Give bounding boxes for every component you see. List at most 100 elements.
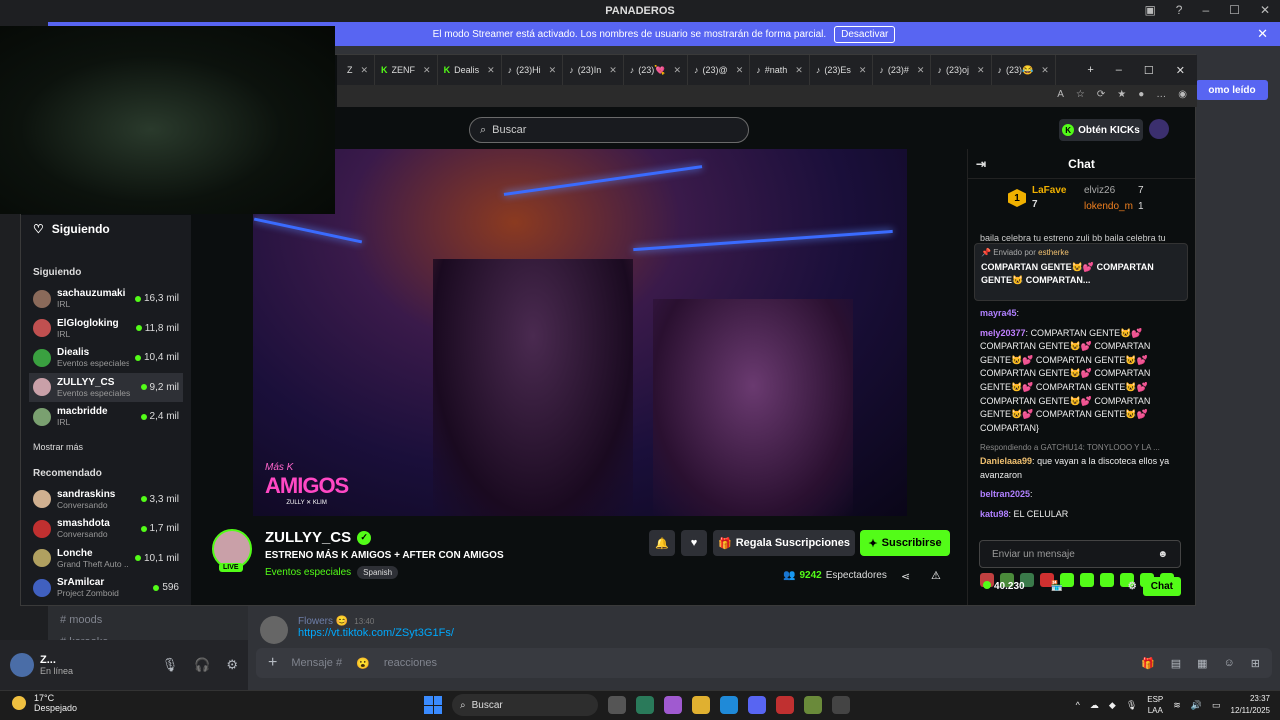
sidebar-channel[interactable]: macbridde IRL 2,4 mil	[29, 402, 183, 432]
sidebar-channel[interactable]: Diealis Eventos especiales 10,4 mil	[29, 343, 183, 373]
leader-name[interactable]: LaFave	[1032, 185, 1066, 196]
get-kicks-button[interactable]: K Obtén KICKs	[1059, 119, 1143, 141]
close-tab-icon[interactable]: ✕	[1041, 65, 1049, 76]
volume-icon[interactable]: 🔊	[1191, 700, 1202, 711]
chat-username[interactable]: mayra45	[980, 308, 1017, 318]
edge-icon[interactable]	[720, 696, 738, 714]
close-icon[interactable]: ✕	[1260, 3, 1270, 17]
minimize-icon[interactable]: –	[1116, 64, 1122, 77]
reply-context[interactable]: Respondiendo a GATCHU14: TONYLOOO Y LA .…	[980, 441, 1180, 455]
start-button[interactable]	[424, 696, 442, 714]
chat-username[interactable]: mely20377	[980, 328, 1026, 338]
share-icon[interactable]: ⋖	[901, 570, 910, 583]
search-input[interactable]: ⌕ Buscar	[469, 117, 749, 143]
favorites-icon[interactable]: ★	[1117, 89, 1126, 100]
copilot-icon[interactable]	[664, 696, 682, 714]
stream-category[interactable]: Eventos especiales	[265, 567, 351, 578]
mark-read-button[interactable]: omo leído	[1196, 80, 1268, 100]
video-player[interactable]: Más K AMIGOS ZULLY ✕ KLIM	[253, 149, 907, 516]
discord-icon[interactable]	[748, 696, 766, 714]
show-more-link[interactable]: Mostrar más	[33, 442, 179, 452]
channel-points[interactable]: 40.230	[983, 580, 1025, 592]
pinned-message[interactable]: 📌 Enviado por estherke COMPARTAN GENTE😺💕…	[974, 243, 1188, 301]
chat-settings-icon[interactable]: ⚙	[1128, 581, 1137, 592]
apps-icon[interactable]: ⊞	[1251, 657, 1260, 670]
weather-widget[interactable]: 17°C Despejado	[12, 693, 77, 713]
sidebar-channel[interactable]: SrAmilcar Project Zomboid 596	[29, 573, 183, 603]
sidebar-channel[interactable]: Lonche Grand Theft Auto ... 10,1 mil	[29, 544, 183, 574]
new-tab-icon[interactable]: +	[1087, 64, 1093, 77]
message-input[interactable]: + Mensaje # 😮 reacciones 🎁 ▤ ▦ ☺ ⊞	[256, 648, 1272, 678]
close-tab-icon[interactable]: ✕	[609, 65, 617, 76]
disable-streamer-button[interactable]: Desactivar	[834, 25, 896, 43]
help-icon[interactable]: ?	[1176, 3, 1183, 17]
security-icon[interactable]: ◆	[1109, 700, 1116, 711]
settings-gear-icon[interactable]: ⚙	[226, 657, 238, 673]
battery-icon[interactable]: ▭	[1212, 700, 1221, 711]
wifi-icon[interactable]: ≋	[1173, 700, 1181, 711]
leader-name[interactable]: lokendo_m	[1084, 201, 1133, 212]
close-icon[interactable]: ✕	[1176, 64, 1185, 77]
close-tab-icon[interactable]: ✕	[736, 65, 744, 76]
profile-icon[interactable]: ●	[1138, 89, 1144, 100]
more-icon[interactable]: …	[1156, 89, 1166, 100]
browser-tab[interactable]: ♪ (23)# ✕	[873, 55, 932, 85]
browser-tab[interactable]: K Dealis ✕	[438, 55, 502, 85]
close-tab-icon[interactable]: ✕	[361, 65, 369, 76]
file-explorer-icon[interactable]	[692, 696, 710, 714]
favorite-star-icon[interactable]: ☆	[1076, 89, 1085, 100]
add-icon[interactable]: +	[268, 654, 277, 672]
gift-icon[interactable]: 🎁	[1141, 657, 1155, 670]
collapse-chat-icon[interactable]: ⇥	[976, 157, 986, 171]
browser-tab[interactable]: ♪ (23)In ✕	[563, 55, 624, 85]
emoji-icon[interactable]: ☺	[1224, 657, 1235, 670]
message-link[interactable]: https://vt.tiktok.com/ZSyt3G1Fs/	[298, 627, 454, 639]
store-icon[interactable]: 🏪	[1051, 581, 1063, 592]
onedrive-icon[interactable]: ☁	[1090, 700, 1099, 711]
language-indicator[interactable]: ESP LAA	[1147, 694, 1163, 716]
minimize-icon[interactable]: –	[1202, 3, 1209, 17]
close-tab-icon[interactable]: ✕	[795, 65, 803, 76]
channel-moods[interactable]: # moods	[60, 614, 102, 626]
close-tab-icon[interactable]: ✕	[487, 65, 495, 76]
copilot-icon[interactable]: ◉	[1178, 89, 1187, 100]
close-icon[interactable]: ✕	[1257, 26, 1268, 42]
headphones-icon[interactable]: 🎧	[194, 657, 210, 673]
chat-username[interactable]: beltran2025	[980, 489, 1030, 499]
sidebar-channel[interactable]: sachauzumaki IRL 16,3 mil	[29, 284, 183, 314]
browser-tab[interactable]: ♪ (23)oj ✕	[931, 55, 992, 85]
avatar[interactable]	[10, 653, 34, 677]
streamer-name[interactable]: ZULLYY_CS ✓	[265, 529, 372, 546]
clock[interactable]: 23:37 12/11/2025	[1231, 693, 1270, 717]
close-tab-icon[interactable]: ✕	[423, 65, 431, 76]
avatar[interactable]	[260, 616, 288, 644]
close-tab-icon[interactable]: ✕	[549, 65, 557, 76]
send-chat-button[interactable]: Chat	[1142, 576, 1181, 596]
inbox-icon[interactable]: ▣	[1144, 3, 1155, 17]
app-icon[interactable]	[804, 696, 822, 714]
chevron-up-icon[interactable]: ^	[1076, 700, 1080, 710]
sticker-icon[interactable]: ▦	[1197, 657, 1207, 670]
task-view-icon[interactable]	[608, 696, 626, 714]
browser-tab[interactable]: ♪ #nath ✕	[750, 55, 810, 85]
subscribe-button[interactable]: ✦ Suscribirse	[860, 530, 950, 556]
sidebar-channel[interactable]: ElGlogloking IRL 11,8 mil	[29, 314, 183, 344]
browser-tab[interactable]: ♪ (23)Es ✕	[810, 55, 874, 85]
emoji-icon[interactable]: ☻	[1157, 549, 1168, 560]
read-aloud-icon[interactable]: A	[1057, 89, 1064, 100]
chat-input[interactable]: Enviar un mensaje ☻	[979, 540, 1181, 568]
chat-username[interactable]: Danielaaa99	[980, 456, 1032, 466]
game-icon[interactable]	[776, 696, 794, 714]
follow-heart-button[interactable]: ♥	[681, 530, 707, 556]
notification-bell-button[interactable]: 🔔	[649, 530, 675, 556]
app-icon[interactable]	[832, 696, 850, 714]
close-tab-icon[interactable]: ✕	[859, 65, 867, 76]
chat-username[interactable]: katu98	[980, 509, 1009, 519]
gift-subs-button[interactable]: 🎁 Regala Suscripciones	[713, 530, 855, 556]
browser-tab[interactable]: ♪ (23)Hi ✕	[502, 55, 564, 85]
close-tab-icon[interactable]: ✕	[977, 65, 985, 76]
close-tab-icon[interactable]: ✕	[917, 65, 925, 76]
close-tab-icon[interactable]: ✕	[674, 65, 682, 76]
browser-tab[interactable]: ♪ (23)@ ✕	[688, 55, 751, 85]
browser-tab[interactable]: Z ✕	[337, 55, 376, 85]
